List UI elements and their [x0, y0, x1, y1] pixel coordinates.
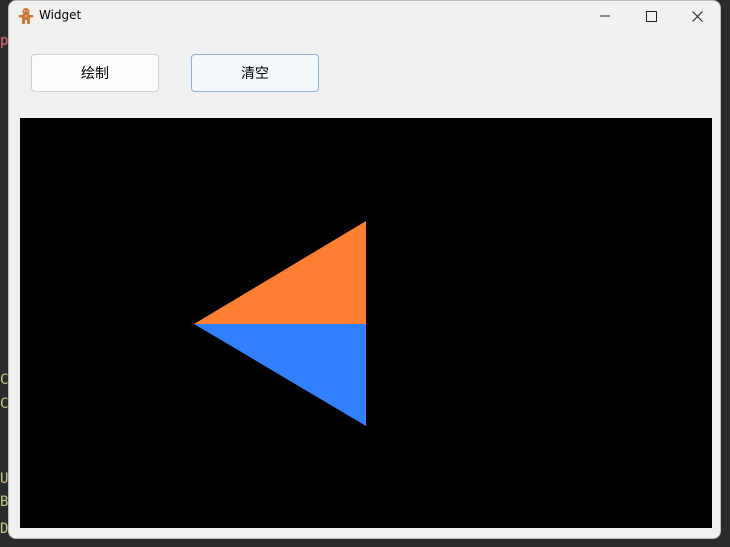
draw-button[interactable]: 绘制 [31, 54, 159, 92]
background-text-fragment: D [0, 521, 8, 537]
gingerbread-icon [17, 7, 35, 25]
widget-window: Widget 绘制 清空 [8, 0, 721, 539]
minimize-icon [600, 11, 610, 21]
drawing-canvas[interactable] [20, 118, 712, 528]
background-text-fragment: C [0, 372, 8, 388]
background-text-fragment: U [0, 471, 8, 487]
background-text-fragment: p [0, 33, 8, 49]
orange-triangle [194, 221, 366, 324]
blue-triangle [194, 324, 366, 426]
maximize-icon [645, 10, 657, 22]
background-text-fragment: B [0, 494, 8, 510]
close-icon [691, 10, 703, 22]
close-button[interactable] [674, 1, 720, 31]
canvas-drawing [194, 221, 366, 426]
minimize-button[interactable] [582, 1, 628, 31]
window-title: Widget [39, 8, 82, 22]
clear-button[interactable]: 清空 [191, 54, 319, 92]
background-text-fragment: C [0, 396, 8, 412]
title-bar[interactable]: Widget [9, 1, 720, 31]
maximize-button[interactable] [628, 1, 674, 31]
